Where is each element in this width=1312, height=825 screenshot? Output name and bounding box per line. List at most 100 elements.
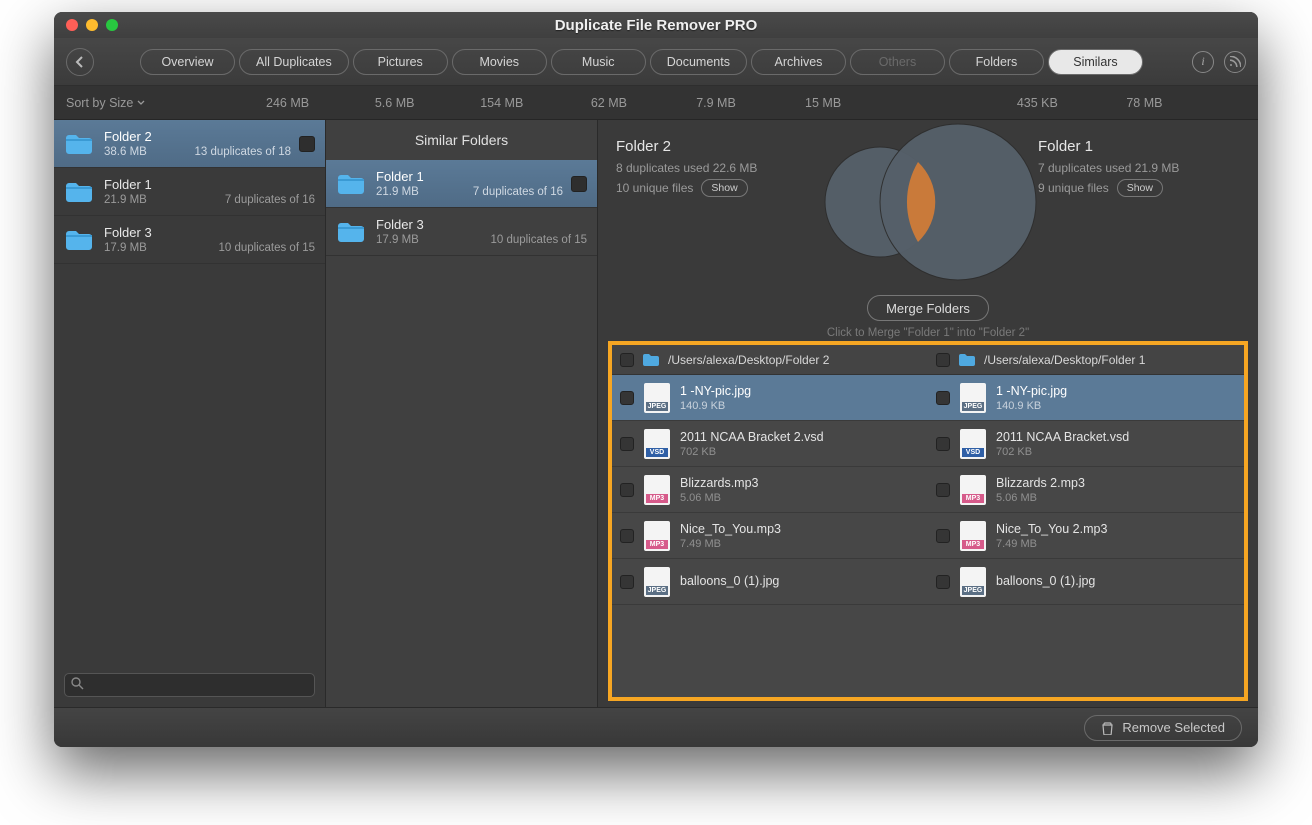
file-row[interactable]: JPEG1 -NY-pic.jpg140.9 KBJPEG1 -NY-pic.j… [612,375,1244,421]
folder-dup-count: 10 duplicates of 15 [218,242,315,254]
search-input[interactable] [64,673,315,697]
folder-name: Folder 1 [376,169,563,184]
folder-name: Folder 1 [104,177,315,192]
folder-size: 21.9 MB [376,186,419,198]
folder-name: Folder 3 [376,217,587,232]
file-checkbox-right[interactable] [936,575,950,589]
header-right-path: /Users/alexa/Desktop/Folder 1 [984,353,1145,367]
tab-size-movies: 154 MB [448,96,555,110]
sidebar-item[interactable]: Folder 121.9 MB7 duplicates of 16 [54,168,325,216]
file-checkbox-left[interactable] [620,529,634,543]
similar-folders-column: Similar Folders Folder 121.9 MB7 duplica… [326,120,598,707]
tab-size-all-duplicates: 246 MB [234,96,341,110]
file-type-icon: JPEG [644,383,670,413]
tab-others[interactable]: Others [850,49,945,75]
compare-right-show-button[interactable]: Show [1117,179,1163,197]
file-type-icon: JPEG [644,567,670,597]
sort-by-dropdown[interactable]: Sort by Size [66,96,145,110]
folder-icon [336,220,366,244]
sidebar-item[interactable]: Folder 317.9 MB10 duplicates of 15 [54,216,325,264]
compare-right-title: Folder 1 [1038,138,1179,155]
compare-right-dup: 7 duplicates used 21.9 MB [1038,161,1179,175]
tab-archives[interactable]: Archives [751,49,846,75]
file-name: Blizzards 2.mp3 [996,476,1085,490]
file-type-icon: JPEG [960,383,986,413]
compare-left-show-button[interactable]: Show [701,179,747,197]
folder-size: 17.9 MB [376,234,419,246]
file-name: 2011 NCAA Bracket.vsd [996,430,1129,444]
tab-documents[interactable]: Documents [650,49,747,75]
compare-left-dup: 8 duplicates used 22.6 MB [616,161,757,175]
file-name: Nice_To_You 2.mp3 [996,522,1107,536]
file-checkbox-right[interactable] [936,529,950,543]
file-checkbox-left[interactable] [620,575,634,589]
titlebar: Duplicate File Remover PRO [54,12,1258,38]
main-area: Folder 238.6 MB13 duplicates of 18Folder… [54,120,1258,707]
file-name: balloons_0 (1).jpg [680,574,779,588]
tab-pictures[interactable]: Pictures [353,49,448,75]
footer: Remove Selected [54,707,1258,747]
back-button[interactable] [66,48,94,76]
chevron-down-icon [137,100,145,106]
file-checkbox-right[interactable] [936,437,950,451]
file-row[interactable]: JPEGballoons_0 (1).jpgJPEGballoons_0 (1)… [612,559,1244,605]
tab-folders[interactable]: Folders [949,49,1044,75]
select-all-left-checkbox[interactable] [620,353,634,367]
file-row[interactable]: MP3Blizzards.mp35.06 MBMP3Blizzards 2.mp… [612,467,1244,513]
folder-size: 38.6 MB [104,146,147,158]
file-name: 2011 NCAA Bracket 2.vsd [680,430,824,444]
file-size: 702 KB [996,446,1129,458]
compare-right-summary: Folder 1 7 duplicates used 21.9 MB 9 uni… [1038,138,1179,201]
toolbar: OverviewAll DuplicatesPicturesMoviesMusi… [54,38,1258,86]
select-all-right-checkbox[interactable] [936,353,950,367]
tab-size-folders: 435 KB [984,96,1091,110]
file-checkbox-right[interactable] [936,483,950,497]
tab-all-duplicates[interactable]: All Duplicates [239,49,349,75]
similar-item[interactable]: Folder 121.9 MB7 duplicates of 16 [326,160,597,208]
file-name: Nice_To_You.mp3 [680,522,781,536]
file-name: Blizzards.mp3 [680,476,759,490]
folder-name: Folder 2 [104,129,291,144]
similar-item[interactable]: Folder 3 17.9 MB 10 duplicates of 15 [326,208,597,256]
file-size: 702 KB [680,446,824,458]
rss-icon[interactable] [1224,51,1246,73]
remove-selected-button[interactable]: Remove Selected [1084,715,1242,741]
tab-similars[interactable]: Similars [1048,49,1143,75]
file-type-icon: MP3 [960,475,986,505]
folder-checkbox[interactable] [299,136,315,152]
compare-right-unique: 9 unique files [1038,181,1109,195]
compare-left-summary: Folder 2 8 duplicates used 22.6 MB 10 un… [616,138,757,201]
file-row[interactable]: VSD2011 NCAA Bracket 2.vsd702 KBVSD2011 … [612,421,1244,467]
sidebar-folders: Folder 238.6 MB13 duplicates of 18Folder… [54,120,326,707]
tab-overview[interactable]: Overview [140,49,235,75]
file-checkbox-left[interactable] [620,483,634,497]
tab-movies[interactable]: Movies [452,49,547,75]
folder-dup-count: 10 duplicates of 15 [490,234,587,246]
venn-diagram [798,122,1038,292]
size-row: Sort by Size 246 MB5.6 MB154 MB62 MB7.9 … [54,86,1258,120]
merge-hint-text: Click to Merge "Folder 1" into "Folder 2… [616,327,1240,339]
file-checkbox-left[interactable] [620,437,634,451]
app-window: Duplicate File Remover PRO OverviewAll D… [54,12,1258,747]
file-row[interactable]: MP3Nice_To_You.mp37.49 MBMP3Nice_To_You … [612,513,1244,559]
file-name: 1 -NY-pic.jpg [680,384,751,398]
tab-music[interactable]: Music [551,49,646,75]
trash-icon [1101,721,1114,735]
sidebar-item[interactable]: Folder 238.6 MB13 duplicates of 18 [54,120,325,168]
folder-icon [336,172,366,196]
file-checkbox-left[interactable] [620,391,634,405]
file-type-icon: VSD [960,429,986,459]
header-left-path: /Users/alexa/Desktop/Folder 2 [668,353,829,367]
folder-icon [958,353,976,367]
folder-icon [64,180,94,204]
info-icon[interactable]: i [1192,51,1214,73]
compare-column: Folder 2 8 duplicates used 22.6 MB 10 un… [598,120,1258,707]
folder-checkbox[interactable] [571,176,587,192]
file-checkbox-right[interactable] [936,391,950,405]
compare-left-unique: 10 unique files [616,181,693,195]
file-type-icon: MP3 [644,521,670,551]
file-size: 140.9 KB [680,400,751,412]
compare-left-title: Folder 2 [616,138,757,155]
merge-folders-button[interactable]: Merge Folders [867,295,989,321]
file-size: 5.06 MB [996,492,1085,504]
